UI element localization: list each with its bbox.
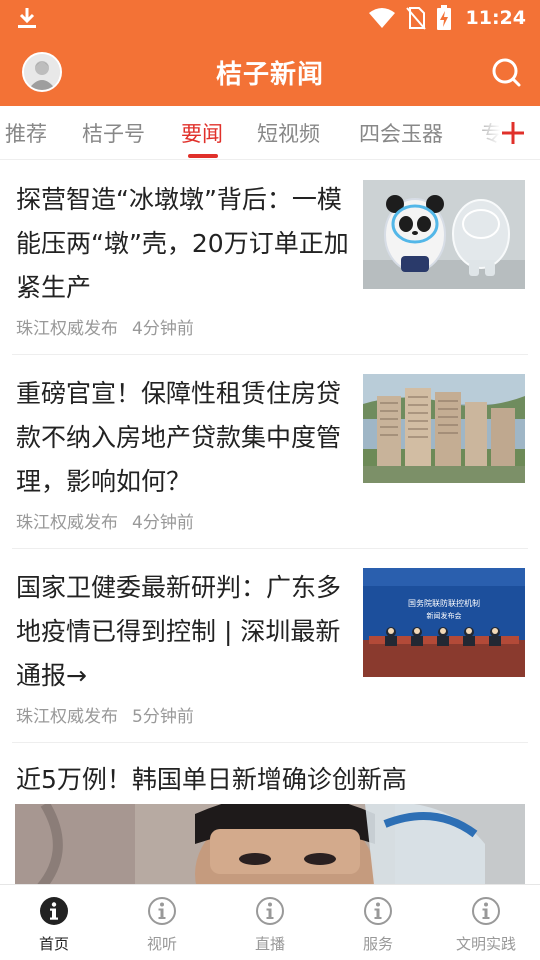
status-time: 11:24	[465, 7, 526, 29]
page-title: 桔子新闻	[215, 60, 324, 90]
info-icon	[40, 897, 68, 925]
app-header: 桔子新闻	[0, 36, 540, 106]
plus-icon[interactable]	[500, 120, 526, 146]
news-title: 国家卫健委最新研判：广东多地疫情已得到控制 | 深圳最新通报→	[16, 573, 342, 690]
divider	[12, 354, 528, 355]
nav-services[interactable]: 服务	[324, 885, 432, 960]
active-tab-indicator	[188, 154, 218, 158]
news-source: 珠江权威发布	[16, 513, 118, 533]
news-thumbnail: 国务院联防联控机制 新闻发布会	[363, 568, 525, 677]
news-time: 4分钟前	[132, 319, 194, 339]
news-title: 重磅官宣！保障性租赁住房贷款不纳入房地产贷款集中度管理，影响如何？	[16, 379, 342, 496]
wifi-icon	[368, 8, 395, 28]
nav-home[interactable]: 首页	[0, 885, 108, 960]
tab-juzi-hao[interactable]: 桔子号	[82, 118, 145, 148]
info-icon	[364, 897, 392, 925]
divider	[12, 742, 528, 743]
news-meta: 珠江权威发布 5分钟前	[16, 702, 194, 727]
news-thumbnail	[363, 180, 525, 289]
news-large-image	[15, 804, 525, 894]
news-meta: 珠江权威发布 4分钟前	[16, 508, 194, 533]
battery-charging-icon	[436, 5, 451, 30]
info-icon	[148, 897, 176, 925]
status-bar: 11:24	[0, 0, 540, 36]
news-title: 探营智造“冰墩墩”背后：一模能压两“墩”壳，20万订单正加紧生产	[16, 185, 349, 302]
bottom-nav: 首页 视听 直播 服务 文明实践	[0, 884, 540, 960]
news-source: 珠江权威发布	[16, 707, 118, 727]
press-banner-line-2: 新闻发布会	[427, 611, 462, 620]
nav-label: 直播	[254, 935, 285, 953]
nav-civilization-practice[interactable]: 文明实践	[432, 885, 540, 960]
divider	[12, 548, 528, 549]
news-time: 5分钟前	[132, 707, 194, 727]
nav-label: 视听	[146, 935, 177, 953]
info-icon	[256, 897, 284, 925]
nav-label: 首页	[38, 935, 69, 953]
tab-headlines[interactable]: 要闻	[181, 118, 223, 148]
tab-recommend[interactable]: 推荐	[5, 118, 47, 148]
search-icon[interactable]	[490, 56, 522, 88]
no-sim-icon	[405, 7, 426, 30]
news-title: 近5万例！韩国单日新增确诊创新高	[16, 765, 407, 794]
news-time: 4分钟前	[132, 513, 194, 533]
channel-tabs: 推荐 桔子号 要闻 短视频 四会玉器 专	[0, 106, 540, 160]
tab-sihui-jade[interactable]: 四会玉器	[359, 118, 443, 148]
press-banner-line-1: 国务院联防联控机制	[408, 598, 480, 608]
nav-watch-listen[interactable]: 视听	[108, 885, 216, 960]
news-thumbnail	[363, 374, 525, 483]
tab-short-video[interactable]: 短视频	[257, 118, 320, 148]
nav-label: 文明实践	[455, 935, 516, 953]
nav-label: 服务	[362, 935, 393, 953]
news-source: 珠江权威发布	[16, 319, 118, 339]
info-icon	[472, 897, 500, 925]
nav-live[interactable]: 直播	[216, 885, 324, 960]
news-meta: 珠江权威发布 4分钟前	[16, 314, 194, 339]
download-icon	[18, 8, 36, 28]
